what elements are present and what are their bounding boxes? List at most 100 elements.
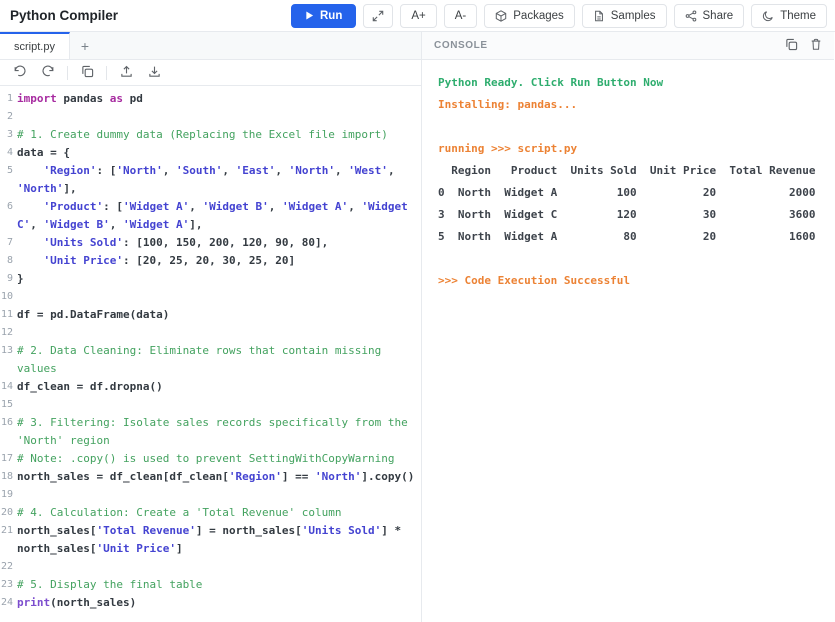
code-line[interactable]: 15 — [0, 396, 421, 414]
code-line[interactable]: 6 'Product': ['Widget A', 'Widget B', 'W… — [0, 198, 421, 234]
code-text[interactable]: # 2. Data Cleaning: Eliminate rows that … — [15, 342, 420, 378]
code-token-str: 'Total Revenue' — [96, 524, 196, 537]
code-text[interactable] — [15, 396, 420, 414]
code-line[interactable]: 3 # 1. Create dummy data (Replacing the E… — [0, 126, 421, 144]
code-line[interactable]: 2 — [0, 108, 421, 126]
samples-label: Samples — [610, 9, 656, 22]
code-line[interactable]: 9} — [0, 270, 421, 288]
font-decrease-button[interactable]: A- — [443, 3, 478, 28]
console-line: running >>> script.py — [438, 142, 578, 155]
copy-code-button[interactable] — [75, 63, 99, 83]
code-token-pl: : [ — [96, 164, 117, 177]
moon-icon — [762, 10, 774, 22]
code-text[interactable]: # 4. Calculation: Create a 'Total Revenu… — [15, 504, 420, 522]
code-text[interactable]: df = pd.DataFrame(data) — [15, 306, 420, 324]
code-text[interactable] — [15, 558, 420, 576]
line-number: 16 — [0, 417, 13, 428]
code-text[interactable]: 'Unit Price': [20, 25, 20, 30, 25, 20] — [15, 252, 420, 270]
code-line[interactable]: 24 print(north_sales) — [0, 594, 421, 612]
redo-button[interactable] — [36, 63, 60, 83]
clear-console-button[interactable] — [810, 38, 822, 54]
code-line[interactable]: 21 north_sales['Total Revenue'] = north_s… — [0, 522, 421, 558]
code-token-str: 'North' — [116, 164, 163, 177]
code-line[interactable]: 8 'Unit Price': [20, 25, 20, 30, 25, 20] — [0, 252, 421, 270]
code-token-pl: , — [109, 218, 123, 231]
line-number: 6 — [6, 201, 13, 212]
code-text[interactable]: # Note: .copy() is used to prevent Setti… — [15, 450, 420, 468]
code-token-str: 'West' — [348, 164, 388, 177]
tab-script-py[interactable]: script.py — [0, 32, 70, 59]
code-line[interactable]: 23 # 5. Display the final table — [0, 576, 421, 594]
run-button[interactable]: Run — [291, 3, 357, 28]
play-icon — [305, 11, 314, 20]
code-line[interactable]: 14 df_clean = df.dropna() — [0, 378, 421, 396]
code-text[interactable] — [15, 108, 420, 126]
code-line[interactable]: 4 data = { — [0, 144, 421, 162]
code-token-pl: north_sales[ — [17, 524, 97, 537]
line-number: 14 — [0, 381, 13, 392]
code-token-pl: ] == — [281, 470, 316, 483]
line-number: 7 — [6, 237, 13, 248]
code-line[interactable]: 12 — [0, 324, 421, 342]
console-output: Python Ready. Click Run Button Now Instal… — [422, 60, 834, 622]
code-text[interactable] — [15, 288, 420, 306]
tab-label: script.py — [14, 40, 55, 53]
code-text[interactable] — [15, 486, 420, 504]
upload-icon — [120, 65, 133, 81]
code-text[interactable]: print(north_sales) — [15, 594, 420, 612]
code-line[interactable]: 1 import pandas as pd — [0, 90, 421, 108]
code-text[interactable]: import pandas as pd — [15, 90, 420, 108]
fullscreen-button[interactable] — [363, 3, 394, 28]
code-token-pl: df = pd.DataFrame(data) — [17, 308, 170, 321]
code-token-pl: north_sales = df_clean[df_clean[ — [17, 470, 229, 483]
new-tab-button[interactable]: + — [70, 32, 100, 59]
code-text[interactable]: df_clean = df.dropna() — [15, 378, 420, 396]
code-line[interactable]: 11 df = pd.DataFrame(data) — [0, 306, 421, 324]
code-text[interactable]: north_sales['Total Revenue'] = north_sal… — [15, 522, 420, 558]
line-number: 22 — [0, 561, 13, 572]
samples-button[interactable]: Samples — [581, 3, 667, 28]
code-line[interactable]: 19 — [0, 486, 421, 504]
code-line[interactable]: 18 north_sales = df_clean[df_clean['Regio… — [0, 468, 421, 486]
code-token-pl: , — [222, 164, 236, 177]
code-text[interactable]: 'Units Sold': [100, 150, 200, 120, 90, 8… — [15, 234, 420, 252]
code-line[interactable]: 13 # 2. Data Cleaning: Eliminate rows tha… — [0, 342, 421, 378]
code-editor[interactable]: 1 import pandas as pd 2 3 # 1. Create dummy … — [0, 86, 421, 622]
expand-icon — [372, 10, 384, 22]
code-line[interactable]: 22 — [0, 558, 421, 576]
code-line[interactable]: 5 'Region': ['North', 'South', 'East', '… — [0, 162, 421, 198]
code-text[interactable]: data = { — [15, 144, 420, 162]
code-text[interactable]: } — [15, 270, 420, 288]
code-line[interactable]: 16 # 3. Filtering: Isolate sales records … — [0, 414, 421, 450]
code-text[interactable]: # 5. Display the final table — [15, 576, 420, 594]
code-line[interactable]: 10 — [0, 288, 421, 306]
code-token-str: 'Widget B' — [43, 218, 110, 231]
code-text[interactable]: north_sales = df_clean[df_clean['Region'… — [15, 468, 420, 486]
code-text[interactable] — [15, 324, 420, 342]
share-button[interactable]: Share — [673, 3, 745, 28]
undo-button[interactable] — [8, 63, 32, 83]
code-token-str: 'North' — [315, 470, 362, 483]
code-line[interactable]: 20 # 4. Calculation: Create a 'Total Reve… — [0, 504, 421, 522]
code-line[interactable]: 17 # Note: .copy() is used to prevent Set… — [0, 450, 421, 468]
code-token-str: 'Unit Price' — [43, 254, 123, 267]
code-text[interactable]: # 1. Create dummy data (Replacing the Ex… — [15, 126, 420, 144]
code-token-pl: ] = north_sales[ — [195, 524, 302, 537]
download-button[interactable] — [142, 63, 166, 83]
copy-output-button[interactable] — [785, 38, 798, 54]
code-line[interactable]: 7 'Units Sold': [100, 150, 200, 120, 90,… — [0, 234, 421, 252]
font-increase-button[interactable]: A+ — [400, 3, 437, 28]
code-token-pl: , — [30, 218, 44, 231]
theme-button[interactable]: Theme — [751, 3, 827, 28]
line-number: 17 — [0, 453, 13, 464]
code-token-str: 'North' — [17, 182, 64, 195]
code-text[interactable]: 'Region': ['North', 'South', 'East', 'No… — [15, 162, 420, 198]
code-text[interactable]: 'Product': ['Widget A', 'Widget B', 'Wid… — [15, 198, 420, 234]
packages-button[interactable]: Packages — [484, 3, 575, 28]
code-text[interactable]: # 3. Filtering: Isolate sales records sp… — [15, 414, 420, 450]
code-token-str: 'Widget A' — [122, 218, 190, 231]
upload-button[interactable] — [114, 63, 138, 83]
line-number: 4 — [6, 147, 13, 158]
